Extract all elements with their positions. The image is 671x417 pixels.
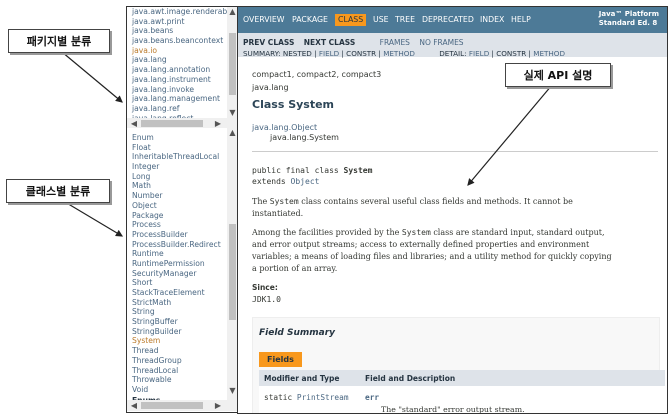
arrow-package (61, 51, 123, 103)
callout-class: 클래스별 분류 (6, 179, 110, 203)
callout-package: 패키지별 분류 (8, 29, 110, 53)
callout-api: 실제 API 설명 (505, 63, 611, 87)
arrow-api (467, 84, 553, 186)
arrow-class (59, 198, 124, 237)
